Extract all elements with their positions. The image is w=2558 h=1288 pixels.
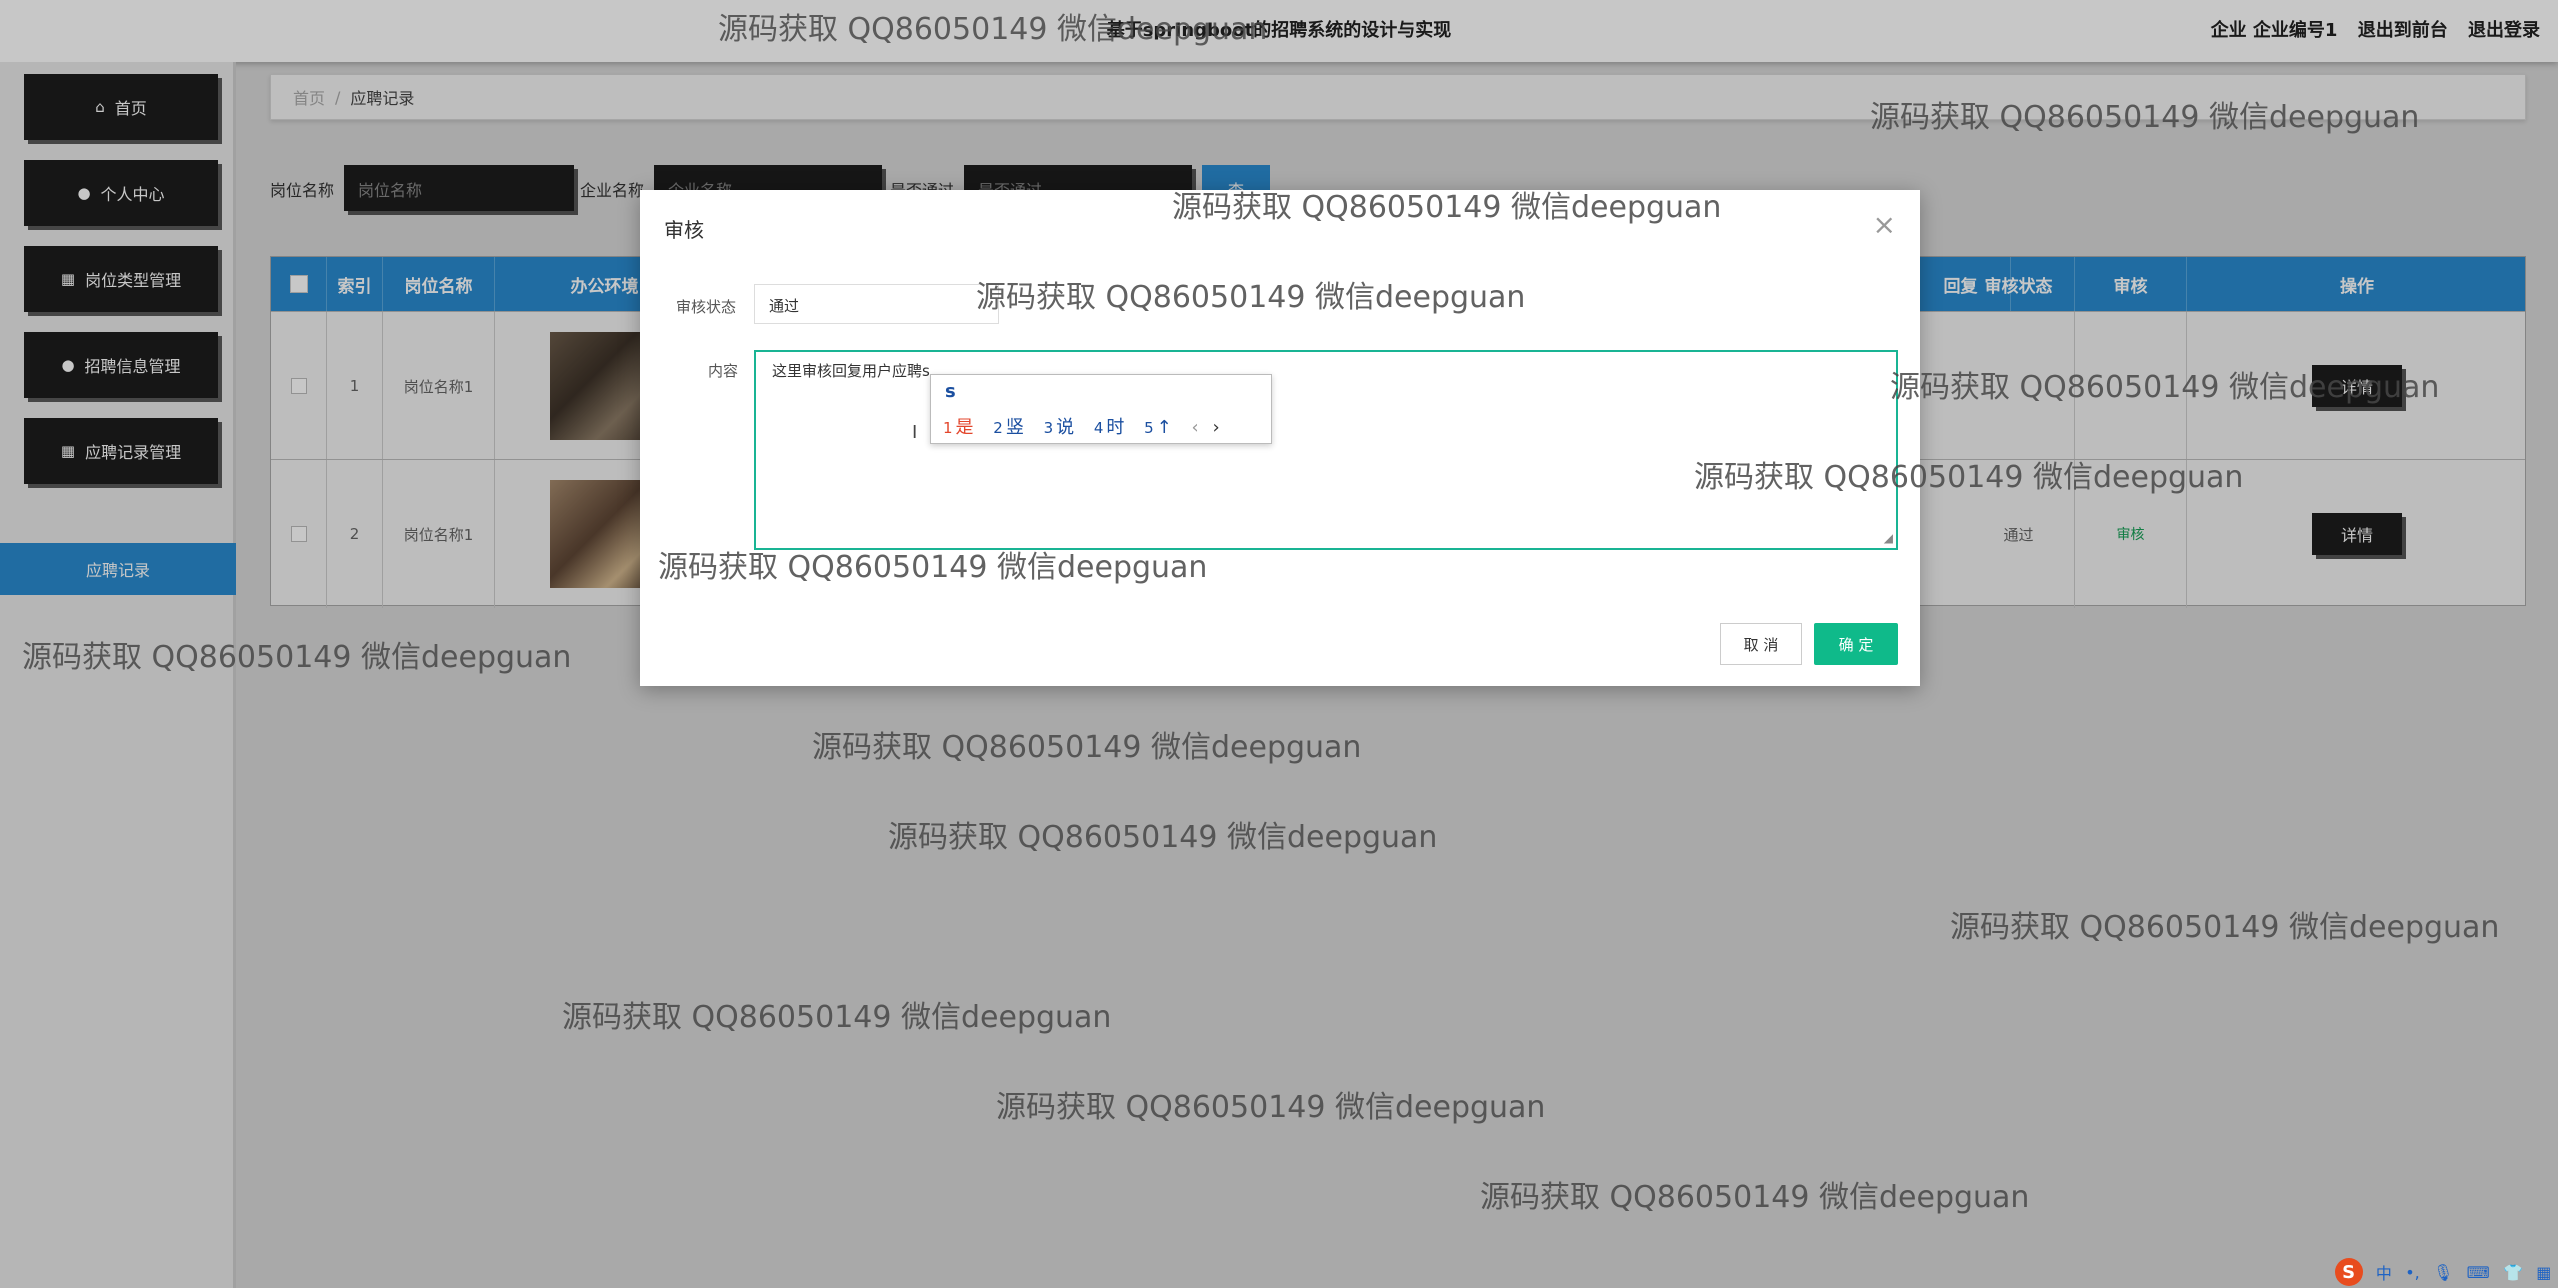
ime-candidates: 1是 2竖 3说 4时 5 ↑ ‹ › xyxy=(943,413,1228,439)
keyboard-icon[interactable]: ⌨ xyxy=(2467,1263,2490,1282)
sogou-ime-logo-icon[interactable]: S xyxy=(2334,1258,2363,1286)
resize-grip-icon[interactable]: ◢ xyxy=(1884,531,1893,545)
audit-status-select[interactable]: 通过 xyxy=(754,284,999,324)
microphone-icon[interactable]: 🎙 xyxy=(2433,1263,2453,1282)
ime-candidate[interactable]: 5 ↑ xyxy=(1144,417,1172,438)
content-text: 这里审核回复用户应聘s xyxy=(772,362,930,380)
confirm-button[interactable]: 确 定 xyxy=(1814,623,1898,665)
toolbox-icon[interactable]: ▦ xyxy=(2536,1263,2551,1282)
ime-candidate[interactable]: 1是 xyxy=(943,417,974,438)
ime-prev-icon[interactable]: ‹ xyxy=(1192,417,1199,438)
content-textarea[interactable]: 这里审核回复用户应聘s ◢ xyxy=(754,350,1898,550)
ime-candidate[interactable]: 3说 xyxy=(1044,417,1075,438)
ime-candidate[interactable]: 2竖 xyxy=(993,417,1024,438)
audit-dialog: 审核 × 审核状态 通过 内容 这里审核回复用户应聘s ◢ I 取 消 确 定 xyxy=(640,190,1920,686)
punctuation-icon[interactable]: •, xyxy=(2405,1263,2420,1282)
ime-input-text: s xyxy=(945,381,956,402)
content-label: 内容 xyxy=(708,362,739,380)
close-icon[interactable]: × xyxy=(1873,208,1896,241)
ime-next-icon[interactable]: › xyxy=(1212,417,1219,438)
system-tray: S 中 •, 🎙 ⌨ 👕 ▦ xyxy=(2328,1256,2558,1288)
ime-candidate[interactable]: 4时 xyxy=(1094,417,1125,438)
skin-icon[interactable]: 👕 xyxy=(2503,1263,2523,1282)
ime-language-indicator[interactable]: 中 xyxy=(2376,1260,2392,1284)
text-cursor-icon: I xyxy=(912,422,918,443)
cancel-button[interactable]: 取 消 xyxy=(1720,623,1802,665)
dialog-title: 审核 xyxy=(664,218,704,242)
audit-status-label: 审核状态 xyxy=(676,298,737,316)
ime-candidate-popup: s 1是 2竖 3说 4时 5 ↑ ‹ › xyxy=(930,374,1272,444)
